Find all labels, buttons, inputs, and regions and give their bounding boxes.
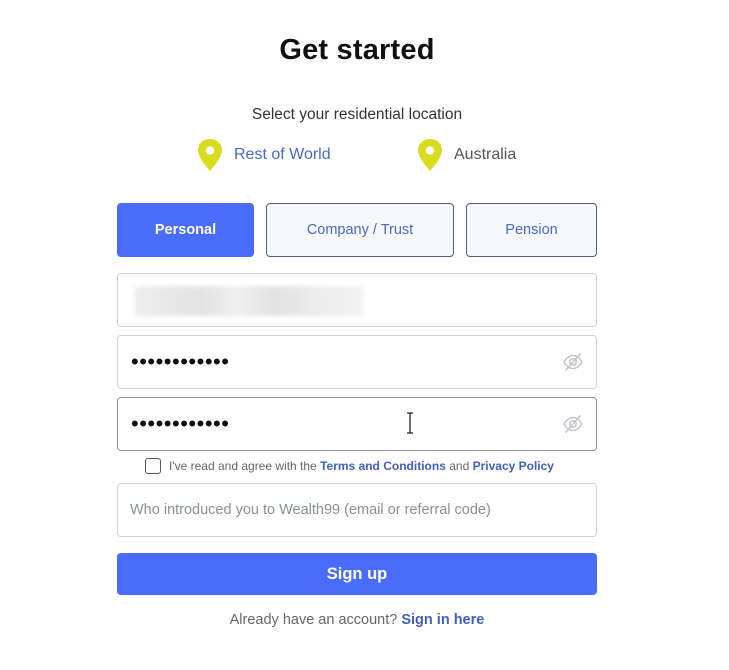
terms-agreement: I've read and agree with the Terms and C…	[145, 458, 554, 474]
sign-up-button[interactable]: Sign up	[117, 553, 597, 595]
eye-off-icon[interactable]	[562, 414, 584, 434]
sign-in-prompt-text: Already have an account?	[229, 612, 398, 628]
confirm-password-field[interactable]: ••••••••••••	[117, 397, 597, 451]
terms-checkbox[interactable]	[145, 458, 161, 474]
terms-and-conditions-link[interactable]: Terms and Conditions	[320, 459, 446, 473]
sign-in-prompt: Already have an account? Sign in here	[0, 612, 714, 628]
location-pin-icon	[418, 139, 442, 171]
signup-page: Get started Select your residential loca…	[0, 0, 729, 670]
location-option-rest-of-world[interactable]: Rest of World	[196, 138, 331, 172]
account-type-personal-button[interactable]: Personal	[117, 203, 254, 257]
confirm-password-value: ••••••••••••	[131, 411, 230, 436]
location-option-label: Australia	[454, 146, 517, 163]
terms-conjunction: and	[449, 459, 470, 473]
terms-prefix: I've read and agree with the	[169, 459, 317, 473]
eye-off-icon[interactable]	[562, 352, 584, 372]
account-type-pension-button[interactable]: Pension	[466, 203, 597, 257]
location-prompt: Select your residential location	[251, 106, 463, 123]
privacy-policy-link[interactable]: Privacy Policy	[473, 459, 554, 473]
password-value: ••••••••••••	[131, 349, 230, 374]
location-pin-icon	[198, 139, 222, 171]
text-cursor-icon	[407, 412, 413, 434]
location-option-australia[interactable]: Australia	[416, 138, 516, 172]
sign-in-link[interactable]: Sign in here	[401, 612, 484, 628]
page-title: Get started	[279, 34, 435, 66]
redacted-email-value	[134, 286, 364, 316]
password-field[interactable]: ••••••••••••	[117, 335, 597, 389]
email-field[interactable]	[117, 273, 597, 327]
referral-input[interactable]	[117, 483, 597, 537]
account-type-company-trust-button[interactable]: Company / Trust	[266, 203, 454, 257]
location-option-label: Rest of World	[234, 146, 331, 163]
